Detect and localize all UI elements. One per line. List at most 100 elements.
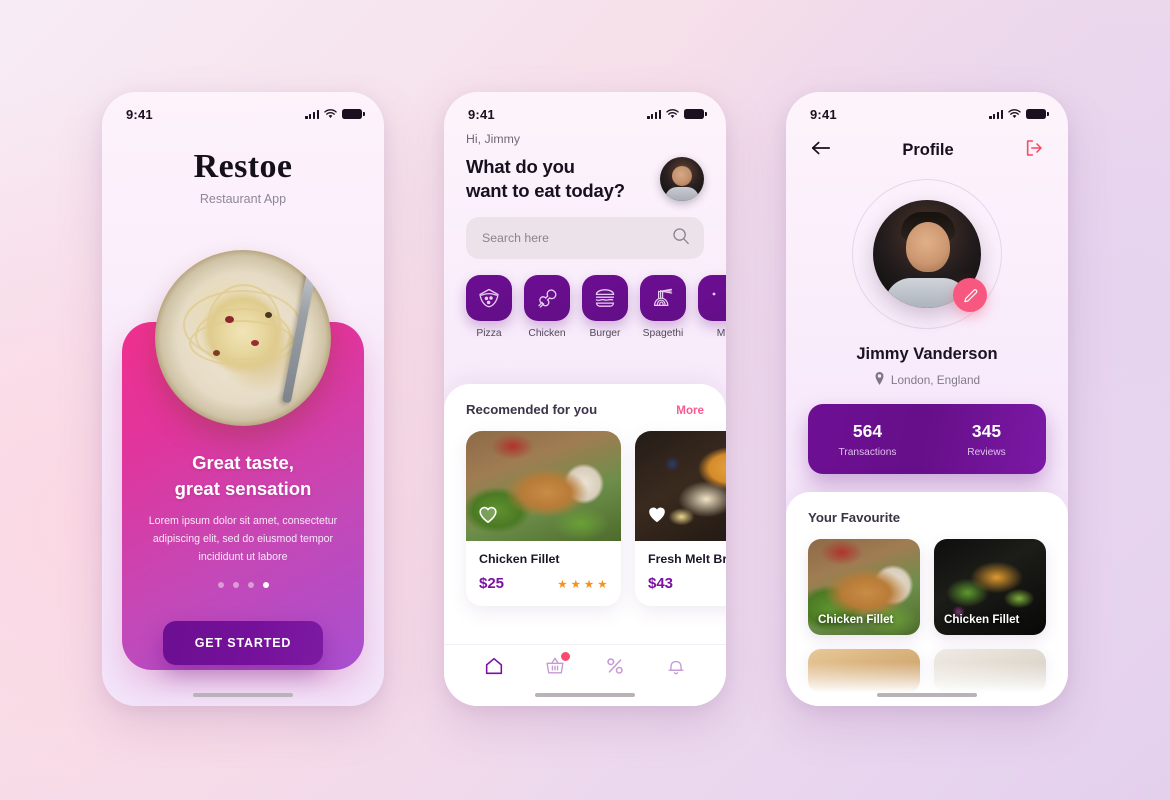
star-icon: ★ bbox=[597, 578, 608, 591]
status-icons bbox=[647, 109, 707, 119]
profile-name: Jimmy Vanderson bbox=[856, 345, 998, 363]
status-bar: 9:41 bbox=[444, 92, 726, 130]
favourite-label: Chicken Fillet bbox=[818, 613, 894, 626]
favorite-heart-icon-filled[interactable] bbox=[647, 505, 667, 529]
home-indicator bbox=[877, 693, 977, 697]
star-icon: ★ bbox=[557, 578, 569, 591]
profile-nav-bar: Profile bbox=[786, 130, 1068, 163]
profile-avatar-ring bbox=[852, 179, 1002, 329]
greeting-text: Hi, Jimmy bbox=[466, 132, 520, 146]
food-card[interactable]: Fresh Melt Bre $43 bbox=[635, 431, 726, 606]
category-item-chicken[interactable]: Chicken bbox=[524, 275, 570, 339]
tab-notifications[interactable] bbox=[665, 655, 687, 682]
phone-screen-profile: 9:41 Profile Jimmy Vanderson London, Eng… bbox=[786, 92, 1068, 706]
battery-icon bbox=[684, 109, 707, 119]
category-item-burger[interactable]: Burger bbox=[582, 275, 628, 339]
status-time: 9:41 bbox=[468, 106, 495, 122]
wifi-icon bbox=[324, 109, 337, 119]
section-title: Recomended for you bbox=[466, 402, 598, 417]
category-label: Spagethi bbox=[642, 328, 684, 340]
onboarding-description: Lorem ipsum dolor sit amet, consectetur … bbox=[130, 512, 356, 567]
tab-home[interactable] bbox=[483, 655, 505, 682]
food-rating-stars: ★ ★ ★ ★ bbox=[557, 577, 608, 591]
stat-reviews: 345 Reviews bbox=[927, 421, 1046, 458]
favourite-card[interactable]: Chicken Fillet bbox=[934, 539, 1046, 635]
user-avatar[interactable] bbox=[660, 156, 704, 201]
chicken-leg-icon bbox=[524, 275, 570, 322]
favourites-grid: Chicken Fillet Chicken Fillet bbox=[808, 539, 1046, 693]
carousel-dot[interactable] bbox=[247, 582, 254, 588]
category-item-pizza[interactable]: Pizza bbox=[466, 275, 512, 339]
brand-block: Restoe Restaurant App bbox=[102, 148, 384, 206]
star-icon: ★ bbox=[570, 578, 582, 591]
category-item-more[interactable]: M bbox=[698, 275, 726, 339]
category-label: Chicken bbox=[528, 328, 566, 340]
status-icons bbox=[989, 109, 1049, 119]
stat-transactions: 564 Transactions bbox=[808, 421, 927, 458]
description-line-1: Lorem ipsum dolor sit amet, consectetur bbox=[148, 515, 338, 527]
battery-icon bbox=[1026, 109, 1049, 119]
onboarding-headline: Great taste, great sensation bbox=[102, 450, 384, 501]
food-card[interactable]: Chicken Fillet $25 ★ ★ ★ ★ bbox=[466, 431, 621, 606]
tab-cart[interactable] bbox=[544, 651, 571, 682]
home-indicator bbox=[193, 693, 293, 697]
search-bar[interactable] bbox=[466, 217, 704, 260]
favourite-label: Chicken Fillet bbox=[944, 613, 1020, 626]
search-input[interactable] bbox=[482, 231, 672, 246]
category-list[interactable]: Pizza Chicken Burger Spagethi M bbox=[444, 259, 726, 339]
logout-icon[interactable] bbox=[1024, 138, 1044, 163]
stat-label: Transactions bbox=[838, 446, 897, 458]
recommended-sheet: Recomended for you More Chicken Fillet $… bbox=[444, 384, 726, 706]
carousel-dot[interactable] bbox=[217, 582, 224, 588]
status-bar: 9:41 bbox=[786, 92, 1068, 130]
question-line-1: What do you bbox=[466, 156, 575, 177]
food-price: $25 bbox=[479, 575, 505, 592]
category-label: M bbox=[716, 328, 726, 340]
food-image bbox=[635, 431, 726, 541]
description-line-2: adipiscing elit, sed do eiusmod tempor bbox=[152, 533, 334, 546]
cellular-signal-icon bbox=[989, 109, 1003, 119]
food-price: $43 bbox=[648, 575, 674, 592]
favorite-heart-icon[interactable] bbox=[478, 505, 498, 529]
cart-badge bbox=[559, 651, 571, 662]
page-title: Profile bbox=[902, 141, 954, 159]
carousel-dots[interactable] bbox=[102, 582, 384, 588]
status-time: 9:41 bbox=[126, 106, 153, 122]
search-icon[interactable] bbox=[672, 227, 690, 250]
status-icons bbox=[305, 109, 365, 119]
category-item-spagethi[interactable]: Spagethi bbox=[640, 275, 686, 339]
star-icon: ★ bbox=[583, 578, 595, 591]
edit-avatar-button[interactable] bbox=[953, 278, 987, 312]
profile-stats-card: 564 Transactions 345 Reviews bbox=[808, 404, 1046, 474]
wifi-icon bbox=[666, 109, 679, 119]
cellular-signal-icon bbox=[647, 109, 661, 119]
favourites-title: Your Favourite bbox=[808, 510, 901, 525]
carousel-dot-active[interactable] bbox=[262, 582, 269, 588]
app-subtitle: Restaurant App bbox=[199, 192, 287, 206]
more-link[interactable]: More bbox=[676, 404, 704, 417]
favourites-sheet: Your Favourite Chicken Fillet Chicken Fi… bbox=[786, 492, 1068, 706]
favourite-card[interactable]: Chicken Fillet bbox=[808, 539, 920, 635]
phone-screen-onboarding: 9:41 Restoe Restaurant App Great taste, … bbox=[102, 92, 384, 706]
description-line-3: incididunt ut labore bbox=[198, 551, 288, 564]
pizza-icon bbox=[466, 275, 512, 322]
food-name: Fresh Melt Bre bbox=[648, 552, 726, 566]
stat-label: Reviews bbox=[967, 446, 1006, 458]
food-card-list: Chicken Fillet $25 ★ ★ ★ ★ Fresh Melt Br… bbox=[444, 417, 726, 606]
tab-offers[interactable] bbox=[604, 655, 626, 682]
category-label: Pizza bbox=[476, 328, 502, 340]
spaghetti-icon bbox=[640, 275, 686, 322]
favourite-card[interactable] bbox=[808, 649, 920, 693]
headline-line-1: Great taste, bbox=[192, 452, 294, 473]
app-logo: Restoe bbox=[193, 148, 293, 185]
get-started-button[interactable]: GET STARTED bbox=[163, 621, 323, 665]
home-indicator bbox=[535, 693, 635, 697]
home-question: What do you want to eat today? bbox=[466, 155, 625, 202]
location-text: London, England bbox=[890, 373, 981, 387]
back-button[interactable] bbox=[810, 139, 832, 162]
cellular-signal-icon bbox=[305, 109, 319, 119]
carousel-dot[interactable] bbox=[232, 582, 239, 588]
stat-value: 345 bbox=[971, 420, 1002, 441]
category-label: Burger bbox=[589, 328, 621, 340]
favourite-card[interactable] bbox=[934, 649, 1046, 693]
